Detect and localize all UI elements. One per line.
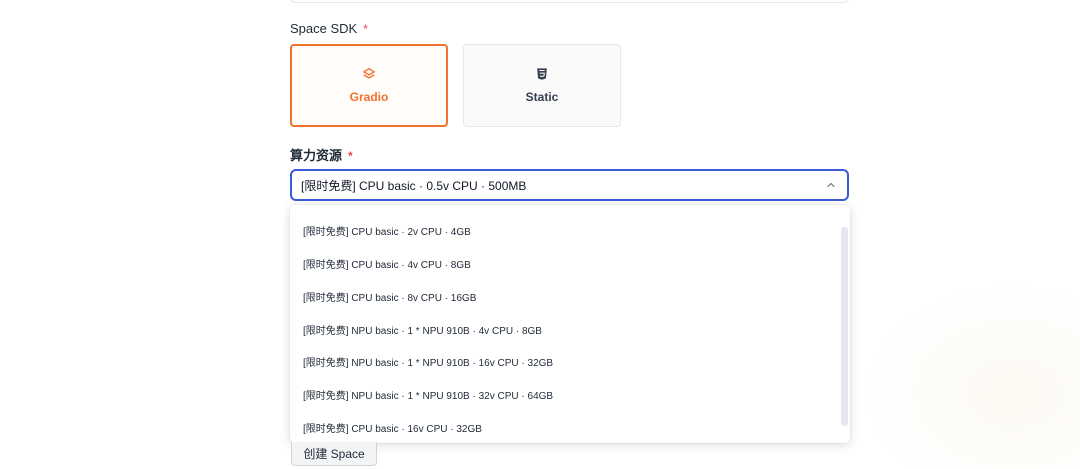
chevron-up-icon [827,182,835,188]
compute-resource-label-text: 算力资源 [290,148,343,163]
compute-resource-label: 算力资源 * [290,145,353,164]
sdk-option-gradio[interactable]: Gradio [290,44,448,127]
dropdown-option[interactable]: [限时免费] CPU basic · 16v CPU · 32GB [303,420,482,435]
required-mark: * [363,22,368,36]
dropdown-scrollbar[interactable] [841,227,848,426]
sdk-option-static-label: Static [525,90,559,104]
required-mark: * [348,149,353,163]
create-space-button[interactable]: 创建 Space [291,442,377,466]
previous-field-input[interactable] [290,0,850,3]
compute-resource-selected-value: [限时免费] CPU basic · 0.5v CPU · 500MB [301,178,527,193]
background-haze [860,280,1080,469]
dropdown-option[interactable]: [限时免费] NPU basic · 1 * NPU 910B · 16v CP… [303,354,553,369]
dropdown-option[interactable]: [限时免费] CPU basic · 2v CPU · 4GB [303,223,471,238]
space-sdk-label-text: Space SDK [290,21,358,36]
compute-resource-select[interactable]: [限时免费] CPU basic · 0.5v CPU · 500MB [290,169,849,201]
sdk-option-gradio-label: Gradio [349,90,389,104]
dropdown-option[interactable]: [限时免费] NPU basic · 1 * NPU 910B · 4v CPU… [303,322,542,337]
compute-resource-dropdown: [限时免费] CPU basic · 2v CPU · 4GB [限时免费] C… [290,205,850,443]
sdk-option-static[interactable]: Static [463,44,621,127]
gradio-icon [363,68,375,79]
space-sdk-label: Space SDK * [290,21,368,36]
dropdown-option[interactable]: [限时免费] NPU basic · 1 * NPU 910B · 32v CP… [303,387,553,402]
dropdown-option[interactable]: [限时免费] CPU basic · 8v CPU · 16GB [303,289,476,304]
dropdown-scrollbar-thumb[interactable] [841,227,848,426]
create-space-form: Space SDK * Gradio Static 算力资源 * [限时免费] CP… [0,0,1080,469]
dropdown-option[interactable]: [限时免费] CPU basic · 4v CPU · 8GB [303,256,471,271]
html5-icon [537,68,547,80]
